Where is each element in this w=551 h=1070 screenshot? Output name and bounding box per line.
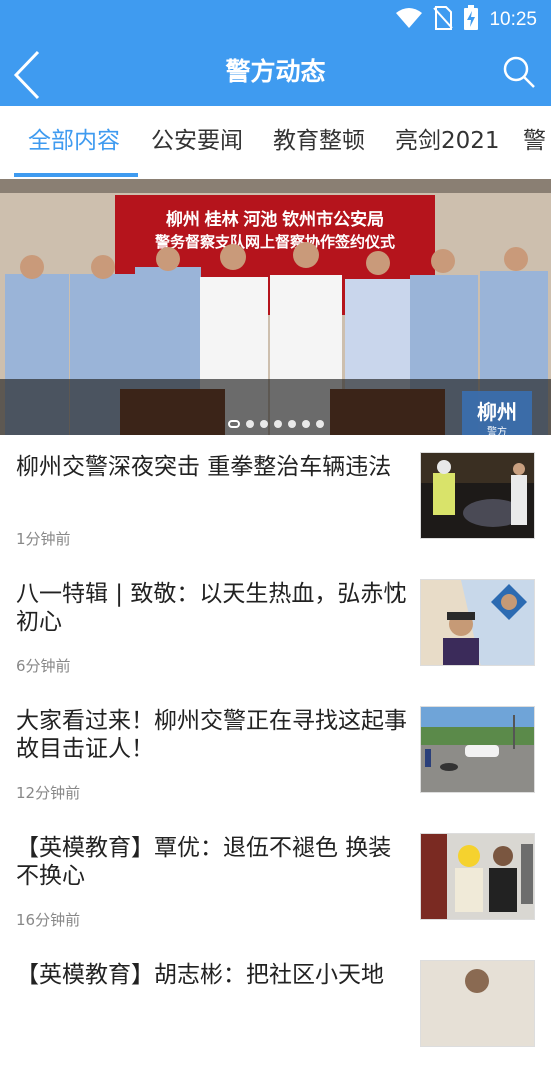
news-item[interactable]: 【英模教育】覃优：退伍不褪色 换装不换心 16分钟前: [0, 816, 551, 943]
news-time: 12分钟前: [16, 784, 81, 802]
status-time: 10:25: [489, 9, 537, 30]
carousel-dot[interactable]: [302, 420, 310, 428]
page-title: 警方动态: [225, 57, 326, 86]
battery-charging-icon: [463, 5, 479, 35]
news-item[interactable]: 【英模教育】胡志彬：把社区小天地: [0, 943, 551, 1070]
status-icons: 10:25: [395, 5, 537, 35]
news-thumbnail: [420, 833, 535, 920]
news-item[interactable]: 大家看过来！柳州交警正在寻找这起事故目击证人！ 12分钟前: [0, 689, 551, 816]
status-bar: 10:25: [0, 0, 551, 40]
news-thumbnail: [420, 960, 535, 1047]
carousel-indicator: [228, 419, 324, 429]
news-title: 【英模教育】覃优：退伍不褪色 换装不换心: [16, 835, 392, 889]
news-item[interactable]: 八一特辑 | 致敬：以天生热血，弘赤忱初心 6分钟前: [0, 562, 551, 689]
news-title: 【英模教育】胡志彬：把社区小天地: [16, 962, 384, 988]
news-item[interactable]: 柳州交警深夜突击 重拳整治车辆违法 1分钟前: [0, 435, 551, 562]
news-time: 16分钟前: [16, 911, 81, 929]
no-sim-icon: [433, 6, 454, 34]
active-tab-indicator: [14, 173, 138, 177]
banner-line2: 警务督察支队网上督察协作签约仪式: [154, 233, 395, 251]
carousel-dot-active[interactable]: [228, 420, 240, 428]
news-title: 大家看过来！柳州交警正在寻找这起事故目击证人！: [16, 708, 407, 762]
carousel-dot[interactable]: [246, 420, 254, 428]
banner-photo: 柳州 桂林 河池 钦州市公安局 警务督察支队网上督察协作签约仪式 柳州 警方: [0, 179, 551, 435]
tab-all[interactable]: 全部内容: [28, 106, 120, 178]
tab-liangjian-2021[interactable]: 亮剑2021: [395, 106, 500, 178]
news-time: 6分钟前: [16, 657, 71, 675]
category-tabs: 全部内容 公安要闻 教育整顿 亮剑2021 警: [0, 106, 551, 178]
banner-line1: 柳州 桂林 河池 钦州市公安局: [166, 209, 384, 229]
tab-education-rectification[interactable]: 教育整顿: [273, 106, 365, 178]
carousel-dot[interactable]: [288, 420, 296, 428]
news-thumbnail: [420, 452, 535, 539]
news-title: 柳州交警深夜突击 重拳整治车辆违法: [16, 454, 392, 480]
wifi-icon: [395, 7, 423, 33]
news-thumbnail: [420, 706, 535, 793]
carousel-dot[interactable]: [260, 420, 268, 428]
tab-police-partial[interactable]: 警: [523, 106, 546, 178]
news-time: 1分钟前: [16, 530, 71, 548]
carousel-dot[interactable]: [274, 420, 282, 428]
app-bar: 警方动态: [0, 40, 551, 106]
tab-public-security-news[interactable]: 公安要闻: [151, 106, 243, 178]
carousel-dot[interactable]: [316, 420, 324, 428]
banner-watermark-2: 警方: [487, 425, 507, 435]
news-thumbnail: [420, 579, 535, 666]
search-icon[interactable]: [501, 54, 537, 90]
banner-carousel[interactable]: 柳州 桂林 河池 钦州市公安局 警务督察支队网上督察协作签约仪式 柳州 警方: [0, 179, 551, 435]
banner-watermark: 柳州: [477, 400, 517, 424]
news-title: 八一特辑 | 致敬：以天生热血，弘赤忱初心: [16, 581, 407, 635]
